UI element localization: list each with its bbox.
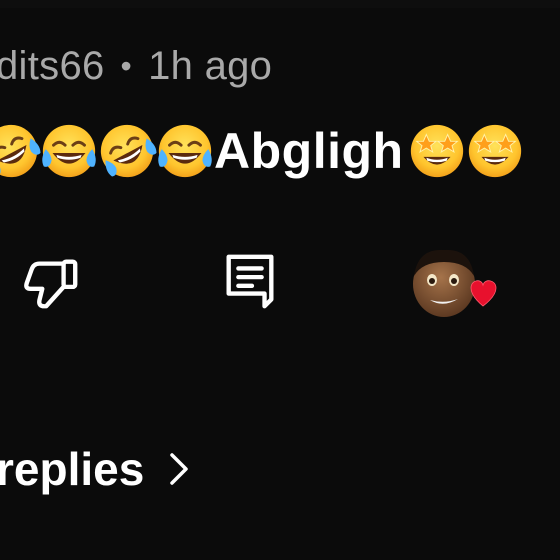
comment-timestamp: 1h ago (148, 44, 273, 88)
star-struck-emoji-icon (464, 120, 526, 182)
thumbs-down-icon[interactable] (20, 252, 82, 314)
replies-label: replies (0, 443, 145, 495)
creator-heart-icon[interactable] (408, 244, 500, 324)
view-replies-button[interactable]: replies (0, 442, 192, 496)
comment-username[interactable]: dits66 (0, 44, 105, 89)
reply-comment-icon[interactable] (222, 250, 278, 312)
joy-emoji-icon (38, 120, 100, 182)
comment-text: Abgligh (214, 123, 404, 179)
meta-separator: • (120, 48, 133, 84)
top-divider (0, 0, 560, 8)
comment-body: Abgligh (0, 116, 522, 186)
comment-screen: dits66 • 1h ago Abgligh replies (0, 0, 560, 560)
rofl-emoji-icon (96, 120, 158, 182)
comment-meta: dits66 • 1h ago (0, 44, 272, 89)
star-struck-emoji-icon (406, 120, 468, 182)
chevron-right-icon (170, 453, 189, 485)
joy-emoji-icon (154, 120, 216, 182)
rofl-emoji-icon (0, 120, 42, 182)
